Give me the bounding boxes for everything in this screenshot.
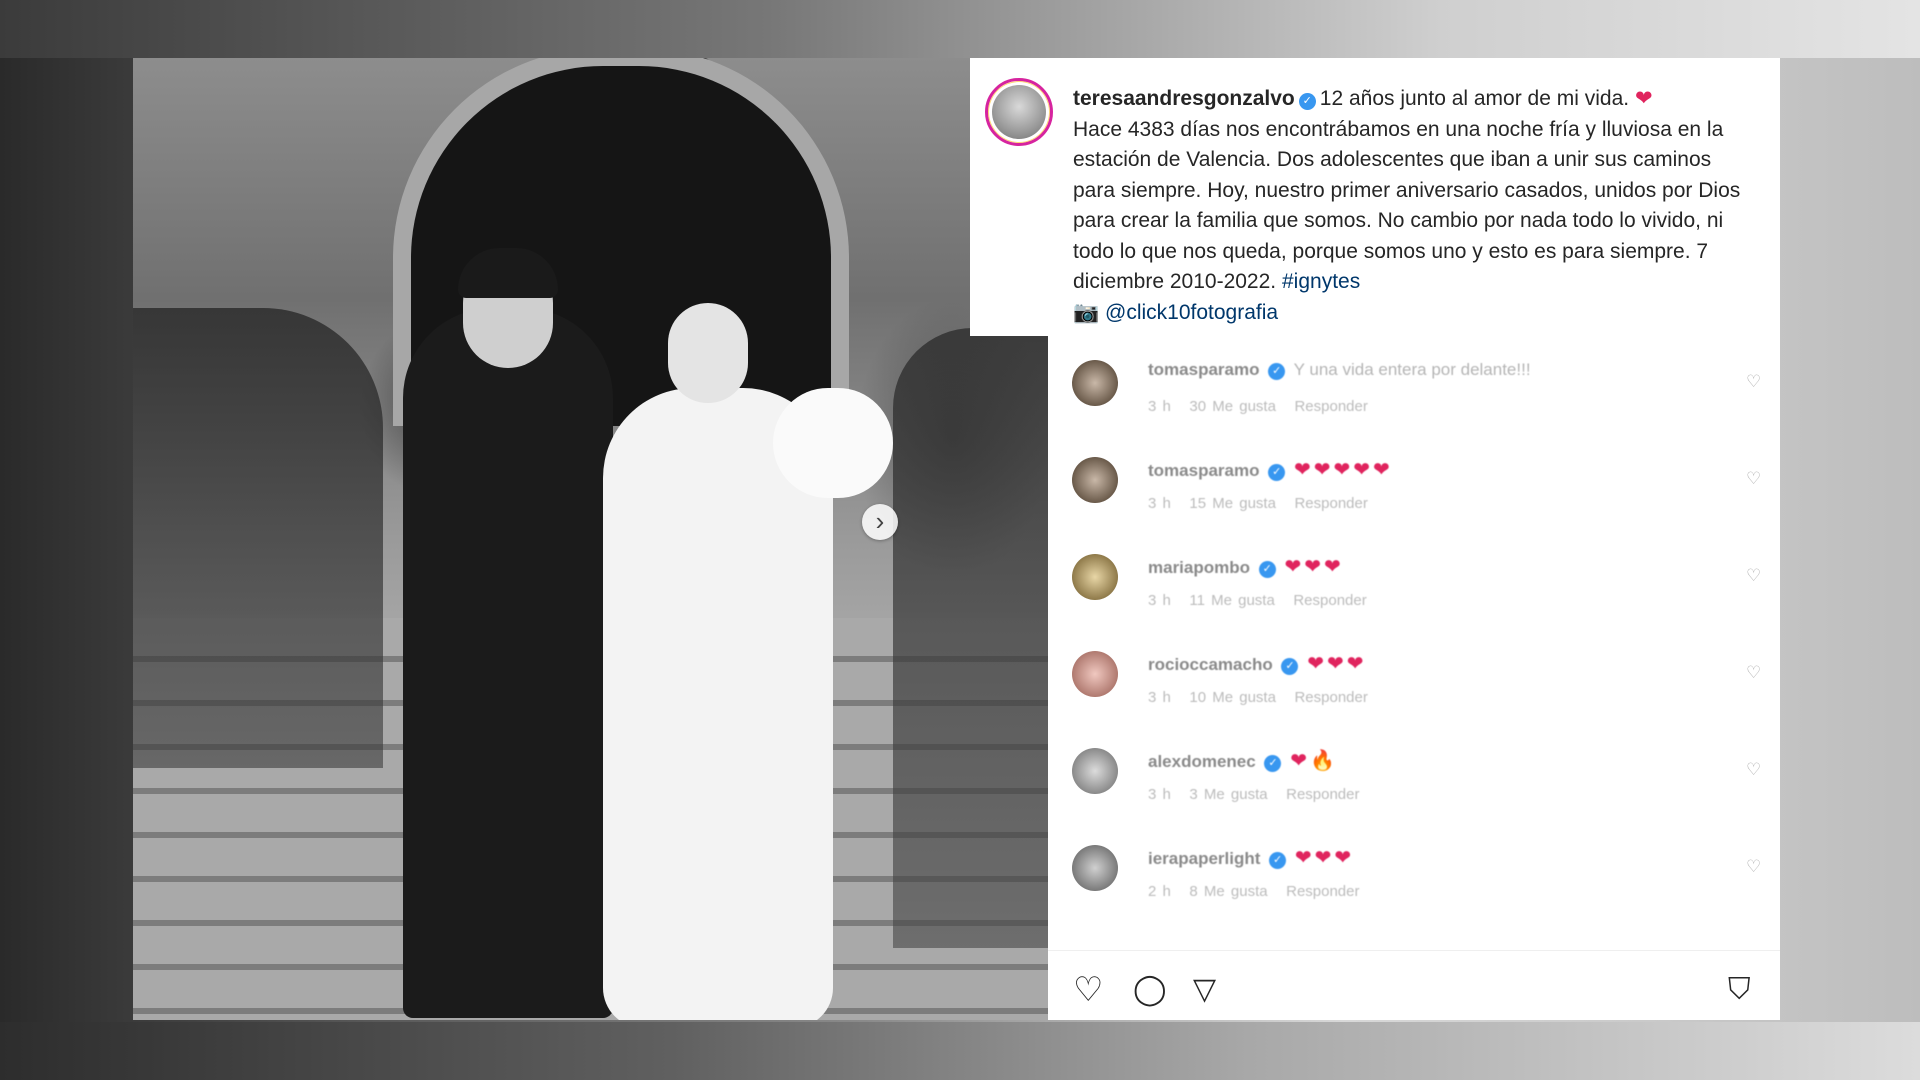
comment-list[interactable]: tomasparamo ✓ Y una vida entera por dela… — [1072, 354, 1772, 936]
comment-like-icon[interactable]: ♡ — [1746, 372, 1761, 392]
reply-button[interactable]: Responder — [1286, 786, 1359, 803]
comment-emojis: ❤❤❤ — [1294, 847, 1355, 869]
comment-likes[interactable]: 8 Me gusta — [1189, 883, 1267, 900]
comment-item: alexdomenec ✓ ❤🔥 3 h 3 Me gusta Responde… — [1072, 742, 1772, 839]
comment-icon[interactable]: ◯ — [1133, 970, 1167, 1010]
reply-button[interactable]: Responder — [1294, 689, 1367, 706]
verified-badge-icon: ✓ — [1281, 658, 1299, 675]
verified-badge-icon: ✓ — [1268, 363, 1286, 380]
comment-time: 3 h — [1148, 495, 1171, 512]
comment-emojis: ❤❤❤ — [1307, 653, 1367, 675]
author-avatar-image — [992, 85, 1046, 139]
comment-likes[interactable]: 3 Me gusta — [1189, 786, 1267, 803]
commenter-username[interactable]: mariapombo — [1148, 558, 1250, 577]
post-photo — [133, 58, 1048, 1020]
comment-item: rocioccamacho ✓ ❤❤❤ 3 h 10 Me gusta Resp… — [1072, 645, 1772, 742]
verified-badge-icon: ✓ — [1268, 464, 1286, 481]
comment-item: tomasparamo ✓ ❤❤❤❤❤ 3 h 15 Me gusta Resp… — [1072, 451, 1772, 548]
comment-time: 3 h — [1148, 592, 1171, 609]
commenter-username[interactable]: tomasparamo — [1148, 360, 1259, 379]
comment-time: 2 h — [1148, 883, 1171, 900]
comment-emojis: ❤❤❤ — [1284, 556, 1344, 578]
comment-item: mariapombo ✓ ❤❤❤ 3 h 11 Me gusta Respond… — [1072, 548, 1772, 645]
comment-item: ierapaperlight ✓ ❤❤❤ 2 h 8 Me gusta Resp… — [1072, 839, 1772, 936]
hashtag-link[interactable]: #ignytes — [1282, 270, 1360, 293]
commenter-avatar[interactable] — [1072, 845, 1118, 891]
reply-button[interactable]: Responder — [1286, 883, 1359, 900]
background-bottom — [0, 1022, 1920, 1080]
commenter-avatar[interactable] — [1072, 360, 1118, 406]
commenter-username[interactable]: ierapaperlight — [1148, 849, 1260, 868]
photographer-mention-link[interactable]: @click10fotografia — [1105, 301, 1278, 324]
guests-left — [133, 308, 383, 768]
commenter-username[interactable]: rocioccamacho — [1148, 655, 1273, 674]
comment-emojis: ❤🔥 — [1290, 750, 1338, 772]
caption-first-line: 12 años junto al amor de mi vida. — [1319, 87, 1630, 110]
comment-text: Y una vida entera por delante!!! — [1293, 360, 1531, 379]
comment-like-icon[interactable]: ♡ — [1746, 857, 1761, 877]
next-image-arrow-icon[interactable]: › — [862, 504, 898, 540]
heart-emoji-icon: ❤ — [1634, 87, 1653, 110]
reply-button[interactable]: Responder — [1294, 398, 1367, 415]
verified-badge-icon: ✓ — [1269, 852, 1287, 869]
author-username[interactable]: teresaandresgonzalvo — [1073, 87, 1295, 110]
reply-button[interactable]: Responder — [1294, 495, 1367, 512]
post-caption: teresaandresgonzalvo ✓ 12 años junto al am… — [1073, 84, 1743, 328]
commenter-username[interactable]: tomasparamo — [1148, 461, 1259, 480]
background-top — [0, 0, 1920, 58]
commenter-avatar[interactable] — [1072, 748, 1118, 794]
comment-likes[interactable]: 10 Me gusta — [1189, 689, 1276, 706]
verified-badge-icon: ✓ — [1298, 93, 1316, 110]
comment-like-icon[interactable]: ♡ — [1746, 566, 1761, 586]
guests-right — [893, 328, 1048, 948]
reply-button[interactable]: Responder — [1293, 592, 1366, 609]
comment-likes[interactable]: 15 Me gusta — [1189, 495, 1276, 512]
caption-body: Hace 4383 días nos encontrábamos en una … — [1073, 117, 1741, 294]
comment-item: tomasparamo ✓ Y una vida entera por dela… — [1072, 354, 1772, 451]
commenter-username[interactable]: alexdomenec — [1148, 752, 1256, 771]
commenter-avatar[interactable] — [1072, 651, 1118, 697]
like-icon[interactable]: ♡ — [1073, 970, 1103, 1010]
comment-likes[interactable]: 30 Me gusta — [1189, 398, 1276, 415]
verified-badge-icon: ✓ — [1264, 755, 1282, 772]
share-icon[interactable]: ▽ — [1193, 970, 1216, 1010]
comment-time: 3 h — [1148, 689, 1171, 706]
commenter-avatar[interactable] — [1072, 457, 1118, 503]
comment-emojis: ❤❤❤❤❤ — [1293, 459, 1393, 481]
author-avatar[interactable] — [985, 78, 1053, 146]
bookmark-icon[interactable]: ⛉ — [1728, 970, 1751, 1010]
comment-like-icon[interactable]: ♡ — [1746, 760, 1761, 780]
comment-time: 3 h — [1148, 786, 1171, 803]
comment-like-icon[interactable]: ♡ — [1746, 663, 1761, 683]
comment-likes[interactable]: 11 Me gusta — [1189, 592, 1274, 609]
bride-head — [668, 303, 748, 403]
comment-like-icon[interactable]: ♡ — [1746, 469, 1761, 489]
actions-divider — [1048, 950, 1780, 951]
bouquet — [773, 388, 893, 498]
commenter-avatar[interactable] — [1072, 554, 1118, 600]
verified-badge-icon: ✓ — [1258, 561, 1276, 578]
camera-emoji-icon: 📷 — [1073, 300, 1100, 324]
comment-time: 3 h — [1148, 398, 1171, 415]
groom-figure — [403, 308, 613, 1018]
